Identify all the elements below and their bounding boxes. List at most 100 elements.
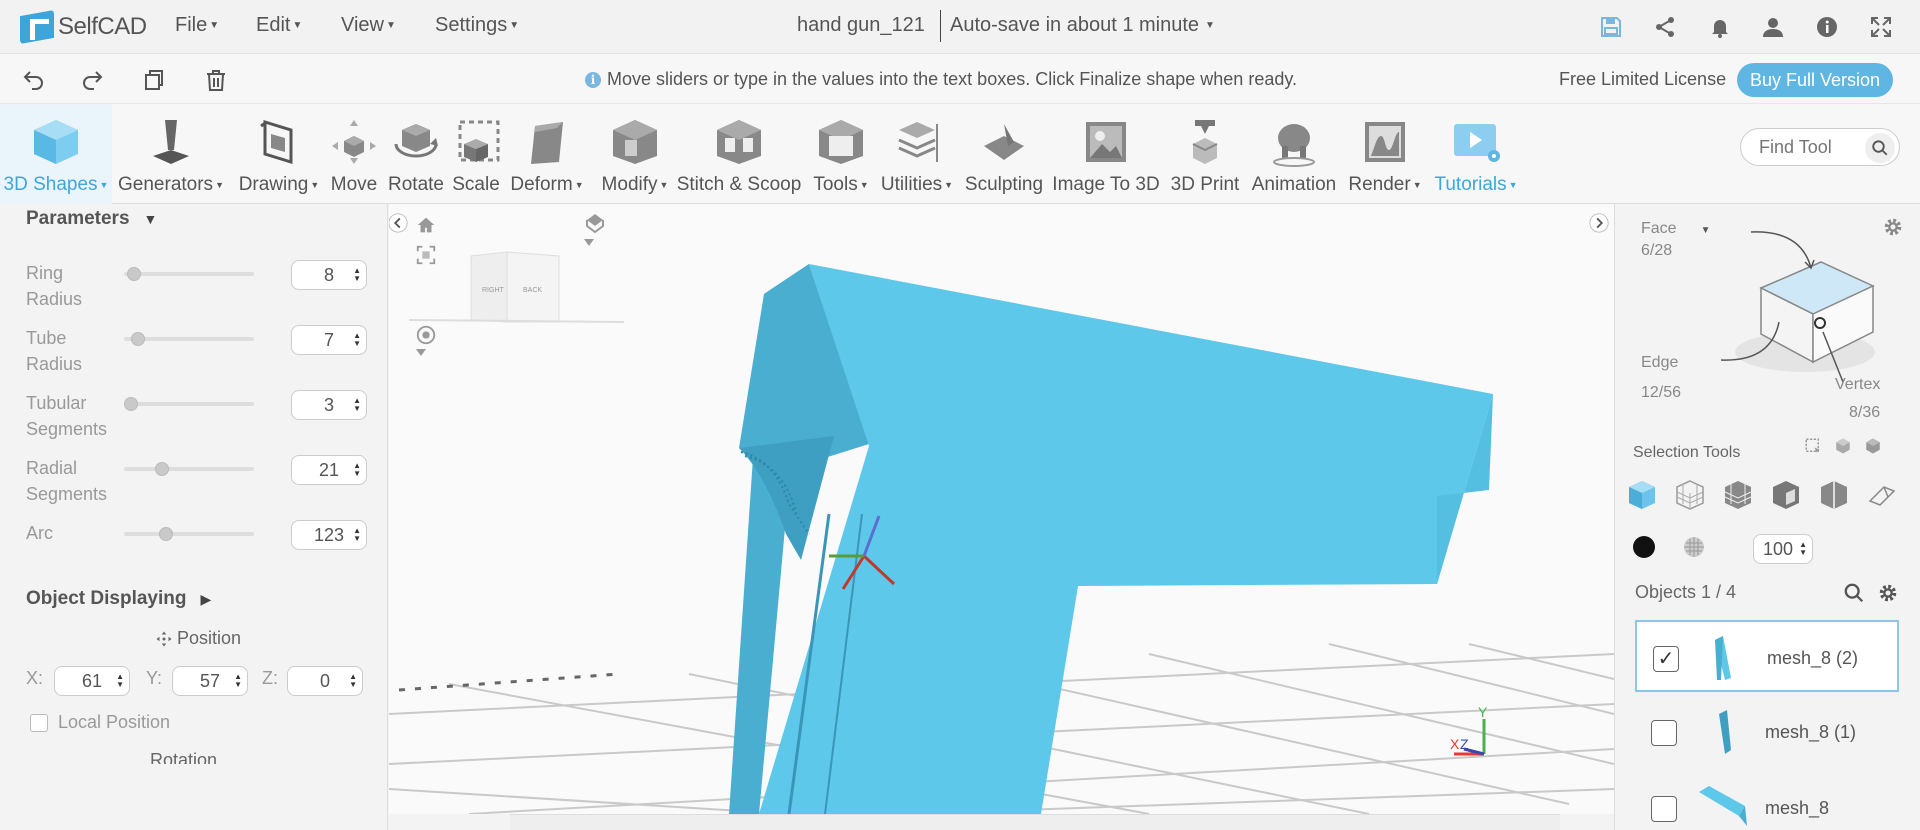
app-name: SelfCAD — [58, 13, 147, 40]
save-icon[interactable] — [1598, 14, 1624, 40]
selection-mode-cube[interactable] — [1701, 222, 1901, 402]
object-row[interactable]: mesh_8 (1) — [1635, 696, 1899, 768]
slider-knob[interactable] — [124, 397, 138, 411]
select-plane-icon[interactable] — [1865, 478, 1899, 512]
opacity-input[interactable]: 100 ▲ ▼ — [1753, 534, 1813, 564]
viewport-scrollbar[interactable] — [510, 814, 1560, 830]
undo-icon[interactable] — [20, 66, 48, 94]
object-name: mesh_8 — [1765, 798, 1830, 818]
view-cube[interactable]: RIGHT BACK — [408, 251, 625, 323]
tool-utilities[interactable]: Utilities ▼ — [880, 104, 954, 204]
object-row[interactable]: ✓ mesh_8 (2) — [1635, 620, 1899, 692]
tutorials-icon — [1450, 114, 1502, 170]
menu-edit[interactable]: Edit ▼ — [256, 14, 302, 37]
search-icon[interactable] — [1865, 133, 1895, 163]
tool-image-to-3d[interactable]: Image To 3D — [1052, 104, 1160, 204]
slider-knob[interactable] — [127, 267, 142, 281]
slider-knob[interactable] — [155, 462, 170, 476]
tool-modify[interactable]: Modify ▼ — [592, 104, 678, 204]
objects-settings-icon[interactable] — [1875, 580, 1901, 606]
tool-move[interactable]: Move — [328, 104, 380, 204]
parameters-header[interactable]: Parameters ▼ — [26, 208, 157, 230]
select-mesh-icon[interactable] — [1673, 478, 1707, 512]
menu-settings[interactable]: Settings ▼ — [435, 14, 519, 37]
collapse-left-panel-icon[interactable] — [389, 212, 411, 236]
orbit-dropdown-icon[interactable] — [415, 348, 439, 372]
fullscreen-icon[interactable] — [1868, 14, 1894, 40]
object-checkbox[interactable] — [1651, 720, 1677, 746]
tool-scale[interactable]: Scale — [448, 104, 504, 204]
orbit-target-icon[interactable] — [415, 324, 439, 348]
slider-knob[interactable] — [130, 332, 145, 346]
share-icon[interactable] — [1652, 14, 1678, 40]
camera-dropdown-icon[interactable] — [583, 238, 607, 262]
tool-3d-shapes[interactable]: 3D Shapes ▼ — [0, 104, 112, 204]
tool-render[interactable]: Render ▼ — [1346, 104, 1424, 204]
ring-radius-slider[interactable] — [124, 267, 254, 281]
local-position-toggle[interactable]: Local Position — [30, 712, 170, 733]
home-view-icon[interactable] — [415, 214, 439, 238]
buy-full-version-button[interactable]: Buy Full Version — [1737, 63, 1893, 97]
bell-icon[interactable] — [1707, 14, 1733, 40]
tool-tutorials[interactable]: Tutorials ▼ — [1432, 104, 1520, 204]
copy-icon[interactable] — [140, 66, 168, 94]
tool-tools[interactable]: Tools ▼ — [800, 104, 882, 204]
arc-slider[interactable] — [124, 527, 254, 541]
tool-3d-print[interactable]: 3D Print — [1168, 104, 1242, 204]
select-all-icon[interactable] — [1863, 436, 1883, 456]
collapse-right-panel-icon[interactable] — [1588, 212, 1612, 236]
color-picker-icon[interactable] — [1631, 534, 1657, 560]
info-icon[interactable] — [1814, 14, 1840, 40]
object-displaying-header[interactable]: Object Displaying ▶ — [26, 588, 211, 610]
tool-animation[interactable]: Animation — [1248, 104, 1340, 204]
user-icon[interactable] — [1760, 14, 1786, 40]
tool-generators[interactable]: Generators ▼ — [112, 104, 230, 204]
tube-radius-slider[interactable] — [124, 332, 254, 346]
selfcad-logo[interactable]: SelfCAD — [20, 8, 147, 46]
select-object-icon[interactable] — [1625, 478, 1659, 512]
position-y-input[interactable]: 57 ▲ ▼ — [172, 666, 248, 696]
select-connected-icon[interactable] — [1833, 436, 1853, 456]
select-grid-icon[interactable] — [1721, 478, 1755, 512]
objects-title: Objects 1 / 4 — [1635, 582, 1737, 602]
tool-drawing[interactable]: Drawing ▼ — [230, 104, 328, 204]
select-edge-icon[interactable] — [1817, 478, 1851, 512]
fit-view-icon[interactable] — [415, 244, 439, 268]
tubular-segments-input[interactable]: 3 ▲ ▼ — [291, 390, 367, 420]
object-checkbox[interactable]: ✓ — [1653, 646, 1679, 672]
redo-icon[interactable] — [78, 66, 106, 94]
tool-deform[interactable]: Deform ▼ — [504, 104, 590, 204]
scene-canvas[interactable]: RIGHT BACK Y X Z — [389, 204, 1614, 814]
search-objects-icon[interactable] — [1841, 580, 1867, 606]
document-title[interactable]: hand gun_121 — [797, 14, 925, 37]
find-tool-input[interactable] — [1759, 136, 1869, 158]
ring-radius-input[interactable]: 8 ▲ ▼ — [291, 260, 367, 290]
slider-knob[interactable] — [158, 527, 173, 541]
box-select-icon[interactable] — [1803, 436, 1823, 456]
object-checkbox[interactable] — [1651, 796, 1677, 822]
3d-viewport[interactable]: RIGHT BACK Y X Z — [389, 204, 1614, 814]
find-tool-search[interactable] — [1740, 128, 1900, 166]
tool-stitch-scoop[interactable]: Stitch & Scoop — [677, 104, 801, 204]
gun-model[interactable] — [729, 264, 1493, 814]
object-row[interactable]: mesh_8 — [1635, 772, 1899, 830]
tool-rotate[interactable]: Rotate — [384, 104, 448, 204]
radial-segments-input[interactable]: 21 ▲ ▼ — [291, 455, 367, 485]
scale-icon — [450, 114, 502, 170]
position-x-input[interactable]: 61 ▲ ▼ — [54, 666, 130, 696]
tubular-segments-slider[interactable] — [124, 397, 254, 411]
radial-segments-slider[interactable] — [124, 462, 254, 476]
texture-icon[interactable] — [1681, 534, 1707, 560]
tool-sculpting[interactable]: Sculpting — [962, 104, 1046, 204]
select-face-icon[interactable] — [1769, 478, 1803, 512]
rotate-icon — [390, 114, 442, 170]
menu-file[interactable]: File ▼ — [175, 14, 219, 37]
trash-icon[interactable] — [202, 66, 230, 94]
autosave-dropdown[interactable]: Auto-save in about 1 minute ▼ — [950, 14, 1215, 37]
position-z-input[interactable]: 0 ▲ ▼ — [287, 666, 363, 696]
tube-radius-input[interactable]: 7 ▲ ▼ — [291, 325, 367, 355]
arc-input[interactable]: 123 ▲ ▼ — [291, 520, 367, 550]
menu-view[interactable]: View ▼ — [341, 14, 396, 37]
camera-projection-icon[interactable] — [583, 212, 607, 236]
local-position-checkbox[interactable] — [30, 713, 48, 732]
